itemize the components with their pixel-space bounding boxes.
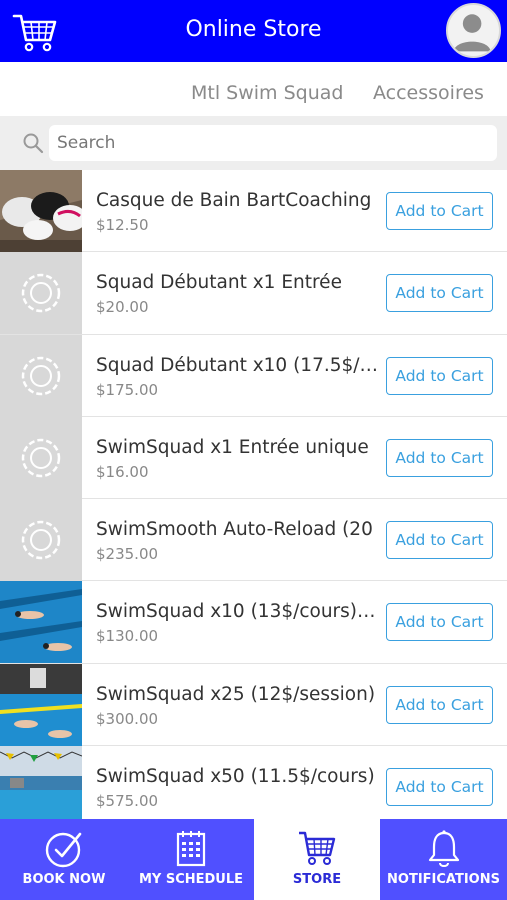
product-thumbnail <box>0 499 82 582</box>
product-price: $175.00 <box>96 380 159 399</box>
product-name: Casque de Bain BartCoaching <box>96 190 372 211</box>
tab-label: MY SCHEDULE <box>138 872 244 887</box>
search-bar <box>0 116 507 170</box>
add-to-cart-button[interactable]: Add to Cart <box>386 274 493 313</box>
product-price: $12.50 <box>96 216 149 234</box>
product-row: SwimSquad x50 (11.5$/cours) $575.00 Add … <box>0 746 507 819</box>
product-price: $130.00 <box>96 627 159 646</box>
tab-label: NOTIFICATIONS <box>387 872 500 887</box>
product-thumbnail <box>0 416 82 499</box>
product-thumbnail <box>0 334 82 417</box>
tab-label: STORE <box>292 872 342 887</box>
product-name: Squad Débutant x10 (17.5$/cours) <box>96 354 380 376</box>
add-to-cart-button[interactable]: Add to Cart <box>386 438 493 477</box>
tab-notifications[interactable]: NOTIFICATIONS <box>380 819 507 900</box>
product-row: Squad Débutant x10 (17.5$/cours) $175.00… <box>0 334 507 417</box>
product-row: Casque de Bain BartCoaching $12.50 Add t… <box>0 170 507 253</box>
product-price: $20.00 <box>96 298 149 317</box>
product-name: SwimSquad x10 (13$/cours) ... <box>96 601 380 623</box>
tab-store[interactable]: STORE <box>254 819 380 900</box>
page-title: Online Store <box>185 17 322 42</box>
tab-book-now[interactable]: BOOK NOW <box>0 819 128 900</box>
add-to-cart-button[interactable]: Add to Cart <box>386 603 493 642</box>
category-tab-accessoires[interactable]: Accessoires <box>373 82 484 104</box>
product-price: $235.00 <box>96 545 159 564</box>
cart-icon <box>299 831 336 865</box>
product-price: $300.00 <box>96 709 159 728</box>
category-tabs: Mtl Swim Squad Accessoires <box>0 62 507 116</box>
product-name: SwimSquad x1 Entrée unique <box>96 436 369 458</box>
add-to-cart-button[interactable]: Add to Cart <box>386 521 493 560</box>
product-name: SwimSquad x25 (12$/session) <box>96 683 376 705</box>
product-name: SwimSmooth Auto-Reload (20 <box>96 519 373 541</box>
product-thumbnail <box>0 252 82 335</box>
product-thumbnail <box>0 746 82 819</box>
product-row: SwimSquad x25 (12$/session) $300.00 Add … <box>0 663 507 747</box>
product-name: Squad Débutant x1 Entrée <box>96 272 342 294</box>
product-thumbnail <box>0 663 82 746</box>
add-to-cart-button[interactable]: Add to Cart <box>386 768 493 807</box>
product-row: SwimSmooth Auto-Reload (20 $235.00 Add t… <box>0 499 507 582</box>
product-row: Squad Débutant x1 Entrée $20.00 Add to C… <box>0 252 507 335</box>
product-list: Casque de Bain BartCoaching $12.50 Add t… <box>0 170 507 819</box>
app-header: Online Store <box>0 0 507 62</box>
calendar-icon <box>176 831 206 867</box>
add-to-cart-button[interactable]: Add to Cart <box>386 685 493 724</box>
bell-icon <box>428 830 459 867</box>
search-icon <box>23 133 44 154</box>
tab-label: BOOK NOW <box>22 872 106 887</box>
product-row: SwimSquad x10 (13$/cours) ... $130.00 Ad… <box>0 581 507 664</box>
add-to-cart-button[interactable]: Add to Cart <box>386 192 493 230</box>
product-price: $16.00 <box>96 462 149 481</box>
avatar-icon[interactable] <box>446 3 501 58</box>
check-circle-icon <box>45 832 82 868</box>
product-price: $575.00 <box>96 792 159 811</box>
product-name: SwimSquad x50 (11.5$/cours) <box>96 766 375 788</box>
category-tab-mtl-swim-squad[interactable]: Mtl Swim Squad <box>191 82 343 104</box>
product-thumbnail <box>0 170 82 252</box>
bottom-tab-bar: BOOK NOW MY SCHEDULE STORE NOTIFICATIONS <box>0 819 507 900</box>
add-to-cart-button[interactable]: Add to Cart <box>386 356 493 395</box>
product-row: SwimSquad x1 Entrée unique $16.00 Add to… <box>0 416 507 500</box>
product-thumbnail <box>0 581 82 664</box>
search-input[interactable] <box>49 125 497 161</box>
tab-my-schedule[interactable]: MY SCHEDULE <box>128 819 254 900</box>
